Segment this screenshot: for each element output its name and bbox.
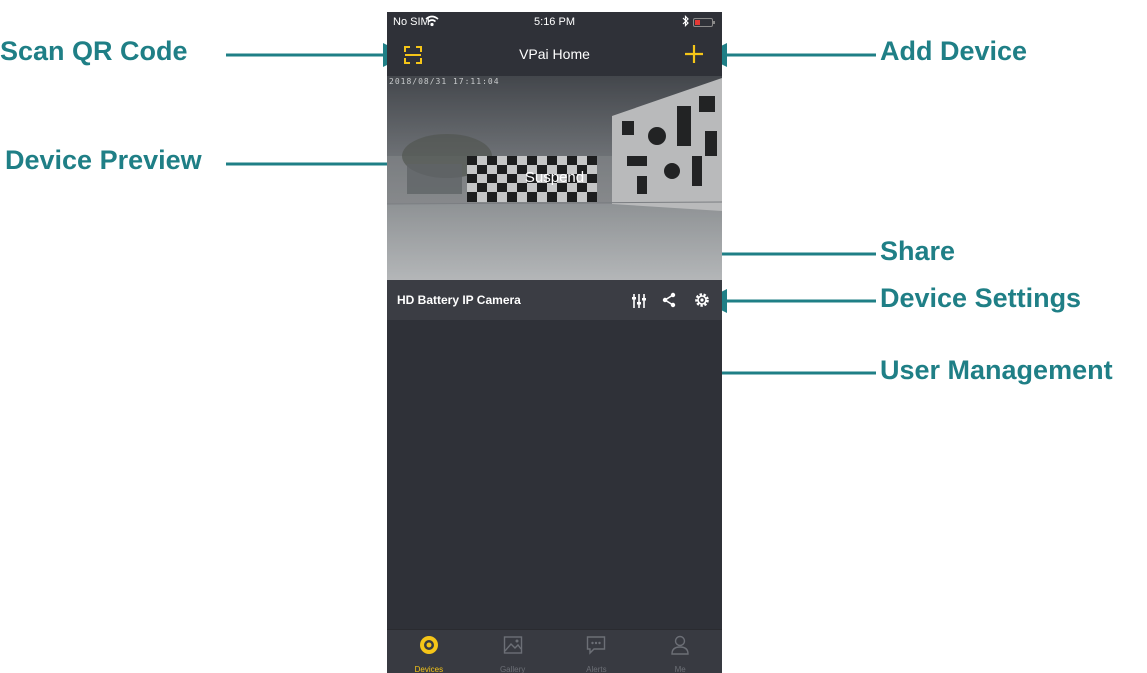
callout-device-preview: Device Preview bbox=[5, 145, 202, 175]
alerts-icon bbox=[587, 636, 606, 655]
tab-gallery[interactable]: Gallery bbox=[471, 630, 555, 673]
device-name: HD Battery IP Camera bbox=[397, 293, 521, 307]
page-title: VPai Home bbox=[519, 46, 590, 62]
suspend-label: Suspend bbox=[524, 169, 585, 186]
status-time: 5:16 PM bbox=[534, 16, 575, 28]
battery-icon bbox=[693, 18, 715, 27]
callout-device-settings: Device Settings bbox=[880, 283, 1082, 313]
user-management-icon[interactable] bbox=[630, 292, 648, 310]
devices-icon bbox=[419, 636, 438, 654]
tab-alerts[interactable]: Alerts bbox=[555, 630, 639, 673]
preview-timestamp: 2018/08/31 17:11:04 bbox=[389, 77, 500, 86]
status-bar: No SIM 5:16 PM bbox=[387, 12, 722, 34]
tab-devices-label: Devices bbox=[414, 665, 444, 673]
phone-screen: No SIM 5:16 PM VPai Home 2018/08/31 17:1… bbox=[387, 12, 722, 673]
device-preview[interactable]: 2018/08/31 17:11:04 Suspend bbox=[387, 76, 722, 280]
callout-share: Share bbox=[880, 236, 956, 266]
add-device-button[interactable] bbox=[683, 43, 705, 65]
bluetooth-icon bbox=[682, 15, 689, 27]
device-bar: HD Battery IP Camera bbox=[387, 280, 722, 320]
device-list-empty-area bbox=[387, 320, 722, 630]
tab-me-label: Me bbox=[674, 665, 686, 673]
tab-alerts-label: Alerts bbox=[586, 665, 607, 673]
tab-bar: Devices Gallery Alerts Me bbox=[387, 629, 722, 673]
tab-me[interactable]: Me bbox=[638, 630, 722, 673]
tab-gallery-label: Gallery bbox=[499, 665, 526, 673]
share-icon[interactable] bbox=[661, 292, 677, 308]
callout-add-device: Add Device bbox=[880, 36, 1028, 66]
callout-scan-qr-code: Scan QR Code bbox=[0, 36, 188, 66]
gallery-icon bbox=[503, 636, 522, 654]
gear-icon[interactable] bbox=[693, 291, 711, 309]
nav-bar: VPai Home bbox=[387, 34, 722, 76]
tab-devices[interactable]: Devices bbox=[387, 630, 471, 673]
person-icon bbox=[671, 635, 689, 655]
callout-user-management: User Management bbox=[880, 355, 1113, 385]
